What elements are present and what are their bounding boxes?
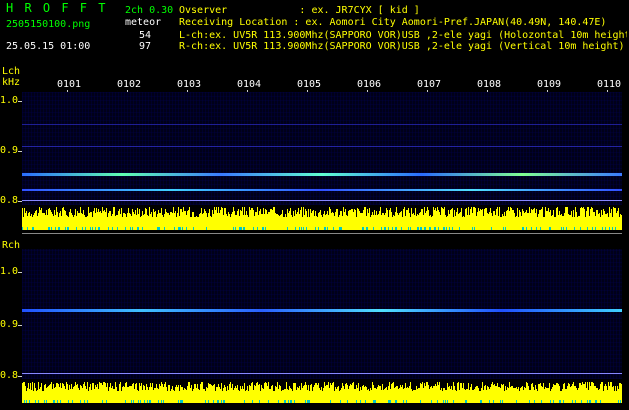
time-label-0101: 0101 — [57, 79, 82, 90]
time-label-0103: 0103 — [177, 79, 202, 90]
lch-signal-trace-2 — [22, 189, 622, 191]
lch-count: 54 — [139, 30, 152, 41]
lch-signal-trace — [22, 173, 622, 176]
rch-y-tick-mark — [18, 376, 22, 377]
version-label: 2ch 0.30 — [125, 5, 174, 16]
rch-label: Rch — [2, 240, 21, 251]
time-label-0108: 0108 — [477, 79, 502, 90]
time-label-0107: 0107 — [417, 79, 442, 90]
time-label-0110: 0110 — [597, 79, 622, 90]
lch-y-tick-mark — [18, 151, 22, 152]
observer-line: Ovserver : ex. JR7CYX [ kid ] — [179, 5, 420, 16]
filename-label: 2505150100.png — [6, 19, 91, 30]
lch-label: Lch — [2, 66, 21, 77]
lch-spectrogram — [22, 92, 622, 205]
rch-y-tick-mark — [18, 272, 22, 273]
rch-info-line: R-ch:ex. UV5R 113.900Mhz(SAPPORO VOR)USB… — [179, 41, 625, 52]
datetime-label: 25.05.15 01:00 — [6, 41, 91, 52]
rch-y-tick-0.8: 0.8 — [0, 370, 19, 381]
time-label-0109: 0109 — [537, 79, 562, 90]
rch-y-tick-0.9: 0.9 — [0, 319, 19, 330]
location-line: Receiving Location : ex. Aomori City Aom… — [179, 17, 607, 28]
lch-y-tick-mark — [18, 201, 22, 202]
time-label-0102: 0102 — [117, 79, 142, 90]
time-label-0106: 0106 — [357, 79, 382, 90]
lch-level-bars — [22, 206, 622, 230]
rch-y-tick-mark — [18, 325, 22, 326]
lch-y-tick-0.8: 0.8 — [0, 195, 19, 206]
rch-count: 97 — [139, 41, 152, 52]
lch-y-tick-0.9: 0.9 — [0, 145, 19, 156]
time-label-0105: 0105 — [297, 79, 322, 90]
app-title: H R O F F T — [6, 1, 108, 15]
lch-y-tick-mark — [18, 101, 22, 102]
time-label-0104: 0104 — [237, 79, 262, 90]
lch-y-tick-1.0: 1.0 — [0, 95, 19, 106]
mode-label: meteor — [125, 17, 162, 28]
rch-y-tick-1.0: 1.0 — [0, 266, 19, 277]
lch-info-line: L-ch:ex. UV5R 113.900Mhz(SAPPORO VOR)USB… — [179, 30, 627, 41]
rch-signal-trace — [22, 309, 622, 312]
rch-spectrogram — [22, 249, 622, 379]
rch-level-bars — [22, 381, 622, 403]
lch-unit: kHz — [2, 77, 21, 88]
